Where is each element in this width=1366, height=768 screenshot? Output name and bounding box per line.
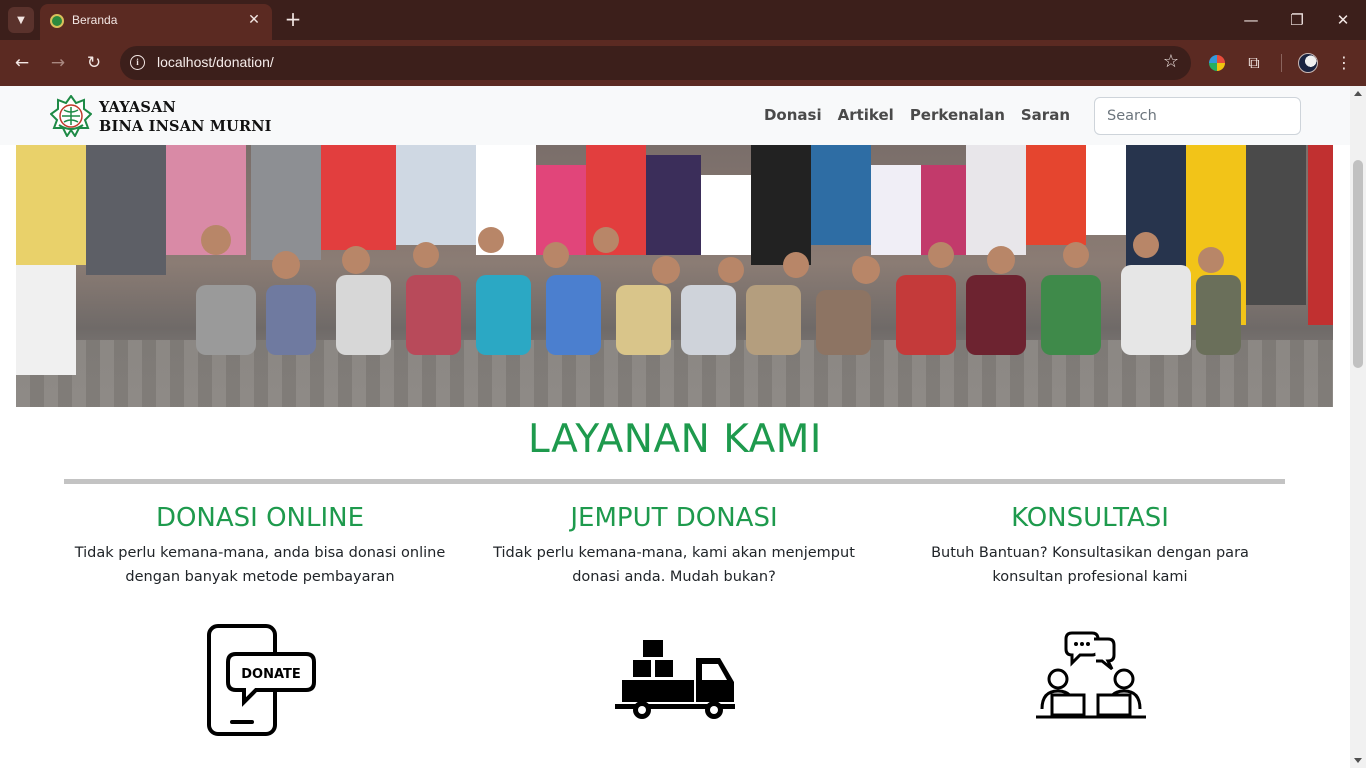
site-favicon-icon bbox=[50, 14, 64, 28]
nav-donasi[interactable]: Donasi bbox=[764, 106, 822, 124]
forward-arrow-icon[interactable]: → bbox=[46, 51, 70, 75]
tab-title: Beranda bbox=[72, 13, 118, 27]
foundation-logo-icon[interactable] bbox=[50, 95, 92, 137]
tab-strip: ▼ Beranda ✕ + — ❐ ✕ bbox=[0, 0, 1366, 40]
new-tab-button[interactable]: + bbox=[282, 8, 304, 30]
hero-group-photo bbox=[16, 145, 1333, 407]
site-info-icon[interactable]: i bbox=[130, 55, 145, 70]
scrollbar-thumb[interactable] bbox=[1353, 160, 1363, 368]
nav-perkenalan[interactable]: Perkenalan bbox=[910, 106, 1005, 124]
service-title: JEMPUT DONASI bbox=[570, 503, 778, 533]
reload-icon[interactable]: ↻ bbox=[82, 51, 106, 75]
section-divider bbox=[64, 479, 1285, 484]
consultation-icon bbox=[1036, 631, 1146, 719]
back-arrow-icon[interactable]: ← bbox=[10, 51, 34, 75]
service-jemput-donasi: JEMPUT DONASI Tidak perlu kemana-mana, k… bbox=[474, 500, 874, 589]
scroll-down-arrow-icon[interactable] bbox=[1354, 758, 1362, 763]
service-description: Tidak perlu kemana-mana, anda bisa donas… bbox=[74, 545, 446, 585]
phone-donate-icon: DONATE bbox=[207, 624, 316, 736]
profile-avatar[interactable] bbox=[1298, 53, 1318, 73]
tab-search-button[interactable]: ▼ bbox=[8, 7, 34, 33]
bookmark-star-icon[interactable]: ☆ bbox=[1163, 51, 1179, 72]
browser-menu-icon[interactable]: ⋮ bbox=[1332, 51, 1356, 75]
service-title: KONSULTASI bbox=[1011, 503, 1169, 533]
extension-icon[interactable] bbox=[1209, 55, 1225, 71]
extensions-puzzle-icon[interactable]: ⧉ bbox=[1242, 51, 1266, 75]
nav-artikel[interactable]: Artikel bbox=[838, 106, 894, 124]
main-menu: Donasi Artikel Perkenalan Saran bbox=[764, 106, 1070, 124]
toolbar-divider bbox=[1281, 54, 1282, 72]
donate-icon-text: DONATE bbox=[241, 667, 301, 682]
group-photo-illustration bbox=[16, 145, 1333, 375]
brand-line-1: YAYASAN bbox=[99, 99, 177, 116]
scroll-up-arrow-icon[interactable] bbox=[1354, 91, 1362, 96]
minimize-icon[interactable]: — bbox=[1239, 8, 1263, 32]
address-url[interactable]: localhost/donation/ bbox=[157, 54, 274, 70]
service-title: DONASI ONLINE bbox=[155, 503, 365, 533]
restore-icon[interactable]: ❐ bbox=[1285, 8, 1309, 32]
site-brand[interactable]: YAYASAN BINA INSAN MURNI bbox=[99, 98, 272, 136]
tab-close-icon[interactable]: ✕ bbox=[244, 10, 264, 30]
page-scrollbar[interactable] bbox=[1350, 86, 1366, 768]
window-close-icon[interactable]: ✕ bbox=[1331, 8, 1355, 32]
delivery-truck-icon bbox=[615, 640, 735, 719]
site-navbar: YAYASAN BINA INSAN MURNI Donasi Artikel … bbox=[0, 86, 1350, 145]
page-viewport: YAYASAN BINA INSAN MURNI Donasi Artikel … bbox=[0, 86, 1366, 768]
search-input[interactable] bbox=[1094, 97, 1301, 135]
services-heading: LAYANAN KAMI bbox=[528, 417, 822, 462]
service-konsultasi: KONSULTASI Butuh Bantuan? Konsultasikan … bbox=[890, 500, 1290, 589]
brand-line-2: BINA INSAN MURNI bbox=[99, 118, 272, 135]
browser-toolbar: ← → ↻ i localhost/donation/ ☆ ⧉ ⋮ bbox=[0, 40, 1366, 86]
nav-saran[interactable]: Saran bbox=[1021, 106, 1070, 124]
tab-beranda[interactable]: Beranda ✕ bbox=[40, 4, 272, 40]
service-donasi-online: DONASI ONLINE Tidak perlu kemana-mana, a… bbox=[60, 500, 460, 589]
service-description: Butuh Bantuan? Konsultasikan dengan para… bbox=[931, 545, 1249, 585]
address-bar[interactable]: i localhost/donation/ ☆ bbox=[120, 46, 1191, 80]
service-description: Tidak perlu kemana-mana, kami akan menje… bbox=[493, 545, 855, 585]
